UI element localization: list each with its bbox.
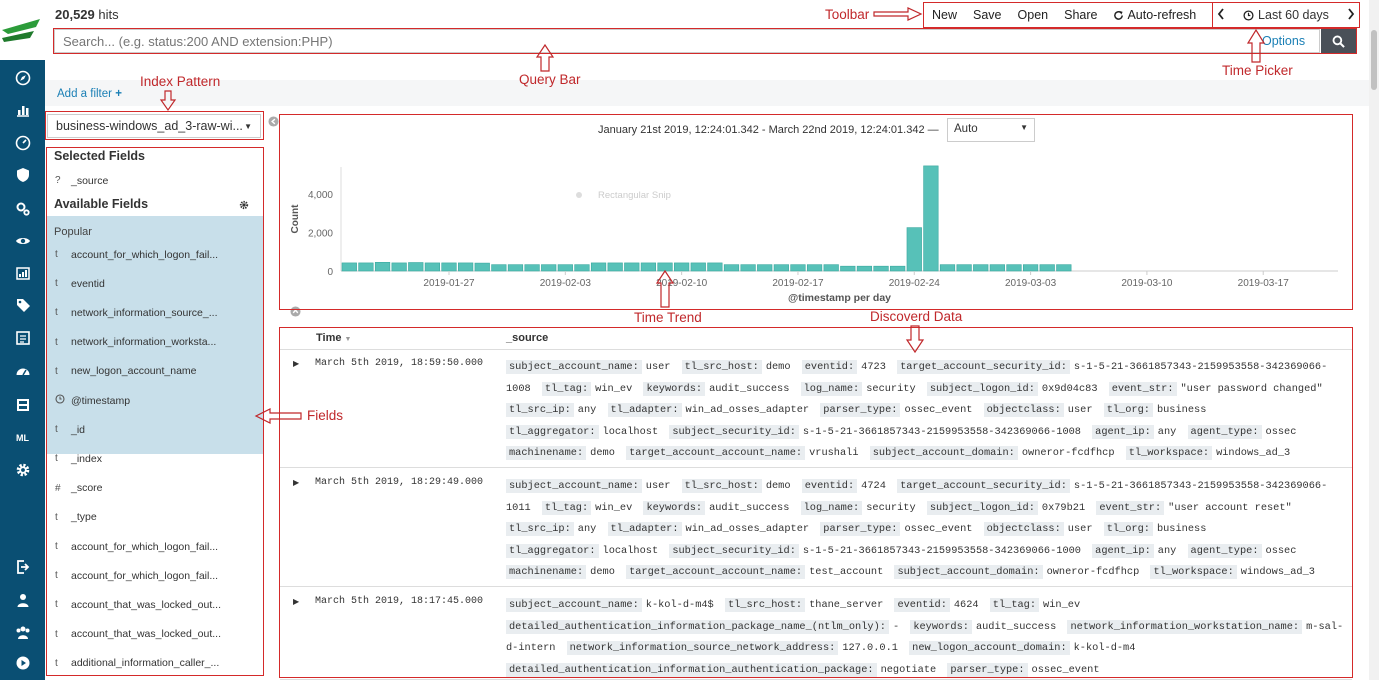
toolbar-arrow (873, 7, 923, 21)
discover-page: ML 20,529 hits New Save Open Share Auto-… (0, 0, 1379, 680)
fields-arrow (254, 408, 302, 424)
time-picker-arrow (1246, 28, 1266, 63)
discovered-arrow (905, 325, 925, 354)
time-trend-arrow (655, 269, 675, 308)
index-pattern-arrow (159, 90, 177, 112)
query-bar-arrow (535, 43, 555, 72)
annotation-arrows (159, 7, 1266, 424)
